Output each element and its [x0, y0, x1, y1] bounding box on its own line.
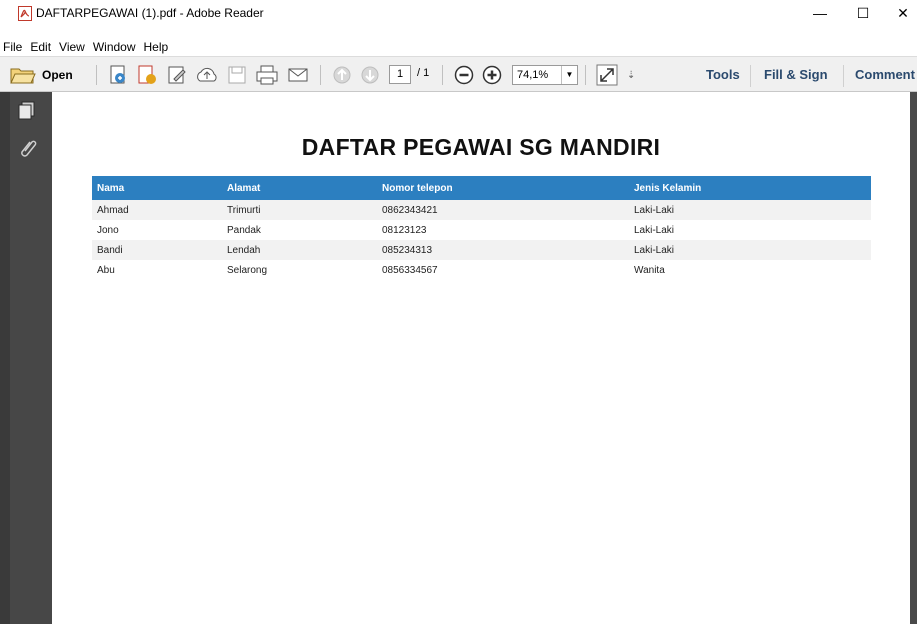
email-icon	[288, 68, 308, 82]
table-cell: Pandak	[227, 224, 261, 236]
close-button[interactable]: ✕	[885, 0, 917, 26]
save-icon	[228, 66, 246, 84]
arrow-up-icon	[333, 66, 351, 84]
open-label: Open	[42, 68, 73, 82]
table-cell: 085234313	[382, 244, 433, 256]
cloud-upload-icon	[197, 67, 217, 82]
adobe-pdf-icon	[18, 6, 32, 21]
page-number-input[interactable]: 1	[389, 65, 411, 84]
print-button[interactable]	[255, 57, 279, 93]
table-cell: Trimurti	[227, 204, 261, 216]
edit-pdf-button[interactable]	[166, 57, 188, 93]
comment-button[interactable]: Comment	[855, 67, 915, 82]
full-screen-button[interactable]	[596, 57, 618, 93]
export-pdf-button[interactable]	[136, 57, 158, 93]
toolbar-divider	[96, 65, 97, 85]
edit-pdf-icon	[168, 66, 186, 84]
table-cell: Abu	[97, 264, 115, 276]
table-cell: Bandi	[97, 244, 123, 256]
table-row: Jono Pandak 08123123 Laki-Laki	[92, 220, 871, 240]
close-icon: ✕	[897, 4, 909, 21]
menu-view[interactable]: View	[59, 40, 85, 54]
document-viewport[interactable]	[52, 92, 910, 624]
column-header: Nomor telepon	[382, 182, 453, 194]
table-cell: Laki-Laki	[634, 224, 675, 236]
document-title: DAFTAR PEGAWAI SG MANDIRI	[301, 134, 661, 160]
attachment-icon[interactable]	[16, 138, 38, 160]
table-cell: Wanita	[634, 264, 665, 276]
minimize-button[interactable]: —	[802, 0, 838, 26]
fill-sign-button[interactable]: Fill & Sign	[764, 67, 828, 82]
menu-file[interactable]: File	[3, 40, 22, 54]
table-cell: Ahmad	[97, 204, 129, 216]
scrollbar[interactable]	[910, 92, 917, 624]
menu-bar: File Edit View Window Help	[0, 38, 917, 56]
table-cell: Laki-Laki	[634, 244, 675, 256]
column-header: Alamat	[227, 182, 261, 194]
save-button[interactable]	[227, 57, 247, 93]
zoom-out-button[interactable]	[454, 57, 474, 93]
toolbar-overflow-button[interactable]: ⇣	[627, 57, 635, 93]
email-button[interactable]	[287, 57, 309, 93]
table-cell: Selarong	[227, 264, 268, 276]
navigation-pane	[0, 92, 52, 624]
maximize-button[interactable]: ☐	[845, 0, 881, 26]
folder-icon	[10, 68, 36, 84]
table-cell: Jono	[97, 224, 119, 236]
next-page-button[interactable]	[360, 57, 380, 93]
table-cell: 0856334567	[382, 264, 438, 276]
maximize-icon: ☐	[856, 4, 870, 21]
toolbar-divider	[442, 65, 443, 85]
zoom-select[interactable]: 74,1% ▼	[512, 65, 578, 85]
table-row: Ahmad Trimurti 0862343421 Laki-Laki	[92, 200, 871, 220]
menu-window[interactable]: Window	[93, 40, 136, 54]
upload-cloud-button[interactable]	[195, 57, 219, 93]
menu-edit[interactable]: Edit	[30, 40, 51, 54]
printer-icon	[256, 65, 278, 85]
table-cell: Laki-Laki	[634, 204, 675, 216]
zoom-in-button[interactable]	[482, 57, 502, 93]
toolbar-divider	[320, 65, 321, 85]
expand-icon	[596, 64, 618, 86]
zoom-out-icon	[454, 65, 474, 85]
table-row: Abu Selarong 0856334567 Wanita	[92, 260, 871, 280]
table-header: Nama Alamat Nomor telepon Jenis Kelamin	[92, 176, 871, 200]
create-pdf-button[interactable]	[108, 57, 130, 93]
zoom-in-icon	[482, 65, 502, 85]
table-row: Bandi Lendah 085234313 Laki-Laki	[92, 240, 871, 260]
zoom-value: 74,1%	[517, 69, 549, 81]
page-thumbnails-icon[interactable]	[16, 100, 38, 122]
window-title: DAFTARPEGAWAI (1).pdf - Adobe Reader	[36, 6, 264, 20]
toolbar: Open 1 / 1 74,1% ▼ ⇣ Tools Fill & Sign C…	[0, 56, 917, 92]
title-bar: DAFTARPEGAWAI (1).pdf - Adobe Reader — ☐…	[0, 0, 917, 26]
toolbar-divider	[750, 65, 751, 87]
table-cell: 0862343421	[382, 204, 438, 216]
column-header: Jenis Kelamin	[634, 182, 702, 194]
create-pdf-icon	[110, 65, 125, 84]
arrow-down-icon	[361, 66, 379, 84]
table-cell: Lendah	[227, 244, 261, 256]
pane-edge	[0, 92, 10, 624]
page-total: / 1	[417, 67, 430, 79]
tools-button[interactable]: Tools	[706, 67, 740, 82]
export-pdf-icon	[138, 65, 156, 84]
minimize-icon: —	[813, 5, 827, 21]
employee-table: Nama Alamat Nomor telepon Jenis Kelamin …	[92, 176, 871, 280]
chevron-down-icon: ⇣	[627, 69, 636, 81]
open-button[interactable]: Open	[10, 57, 73, 93]
previous-page-button[interactable]	[332, 57, 352, 93]
chevron-down-icon[interactable]: ▼	[561, 66, 577, 84]
toolbar-divider	[843, 65, 844, 87]
column-header: Nama	[97, 182, 125, 194]
table-cell: 08123123	[382, 224, 427, 236]
menu-help[interactable]: Help	[144, 40, 169, 54]
toolbar-divider	[585, 65, 586, 85]
